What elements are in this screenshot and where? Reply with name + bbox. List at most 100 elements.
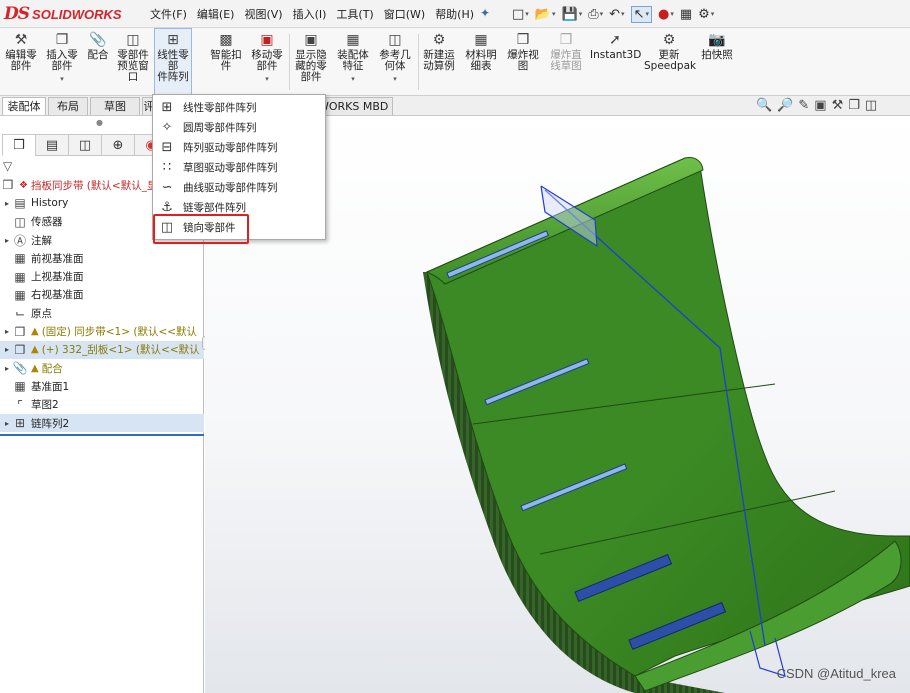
- mate-paperclip-icon: 📎: [89, 32, 107, 48]
- solidworks-logo[interactable]: DS SOLIDWORKS: [4, 3, 130, 25]
- assembly-icon: ❒: [2, 178, 14, 193]
- tree-item-label: (+) 332_刮板<1> (默认<<默认: [41, 344, 200, 357]
- tree-item-front-plane[interactable]: ▦ 前视基准面: [0, 249, 204, 267]
- rebuild-icon[interactable]: ● ▾: [658, 7, 674, 22]
- propertymanager-tab-icon[interactable]: ▤: [35, 134, 69, 156]
- zoom-to-fit-icon[interactable]: 🔍: [756, 98, 772, 113]
- chevron-down-icon[interactable]: ▾: [42, 74, 82, 85]
- expand-arrow-icon[interactable]: ▸: [2, 345, 12, 354]
- tree-item-label: 传感器: [31, 216, 63, 229]
- menu-item[interactable]: 文件(F): [150, 6, 187, 22]
- file-properties-button[interactable]: ▦: [680, 7, 692, 22]
- plane-icon: ▦: [14, 269, 26, 284]
- insert-component-button[interactable]: ❐ 插入零 部件 ▾: [42, 32, 82, 85]
- move-component-button[interactable]: ▣ 移动零 部件 ▾: [248, 32, 286, 85]
- expand-arrow-icon[interactable]: ▸: [2, 199, 12, 208]
- take-snapshot-button[interactable]: 📷 拍快照: [698, 32, 736, 61]
- menu-item-label: 草图驱动零部件阵列: [183, 161, 278, 174]
- new-document-button[interactable]: □ ▾: [512, 7, 529, 22]
- tree-item-right-plane[interactable]: ▦ 右视基准面: [0, 286, 204, 304]
- menu-item[interactable]: 编辑(E): [197, 6, 235, 22]
- menu-item-label: 阵列驱动零部件阵列: [183, 141, 278, 154]
- display-style-icon[interactable]: ◫: [865, 98, 877, 113]
- instant3d-button[interactable]: ➚ Instant3D: [590, 32, 641, 61]
- update-speedpak-button[interactable]: ⚙ 更新 Speedpak: [644, 32, 696, 72]
- print-button[interactable]: ⎙ ▾: [588, 7, 603, 22]
- highlight-box: [153, 214, 249, 244]
- collapse-panel-icon[interactable]: ●: [96, 118, 103, 127]
- warning-icon: ▲: [31, 344, 39, 356]
- chevron-down-icon[interactable]: ▾: [375, 74, 415, 85]
- speedpak-icon: ⚙: [662, 32, 676, 48]
- warning-icon: ▲: [31, 326, 39, 338]
- bill-of-materials-button[interactable]: ▦ 材料明 细表: [462, 32, 500, 72]
- chevron-down-icon[interactable]: ▾: [334, 74, 372, 85]
- tree-item-plane1[interactable]: ▦ 基准面1: [0, 377, 204, 395]
- tree-item-scraper[interactable]: ▸ ❒ ▲ (+) 332_刮板<1> (默认<<默认: [0, 340, 204, 359]
- open-button[interactable]: 📂 ▾: [535, 7, 556, 22]
- tree-item-sketch2[interactable]: ⌜ 草图2: [0, 396, 204, 414]
- tree-item-chain-pattern[interactable]: ▸ ⊞ 链阵列2: [0, 413, 204, 433]
- tab-assembly[interactable]: 装配体: [2, 97, 46, 115]
- bom-table-icon: ▦: [474, 32, 488, 48]
- tab-sketch[interactable]: 草图: [90, 97, 140, 115]
- edit-component-button[interactable]: ⚒ 编辑零 部件: [2, 32, 40, 72]
- reference-geometry-button[interactable]: ◫ 参考几 何体 ▾: [375, 32, 415, 85]
- expand-arrow-icon[interactable]: ▸: [2, 236, 12, 245]
- pattern-driven-icon: ⊟: [161, 139, 173, 155]
- expand-arrow-icon[interactable]: ▸: [2, 419, 12, 428]
- show-hidden-label: 显示隐 藏的零 部件: [295, 49, 327, 83]
- menu-item-linear-pattern[interactable]: ⊞ 线性零部件阵列: [157, 97, 321, 117]
- explode-line-sketch-button[interactable]: ❒ 爆炸直 线草图: [546, 32, 586, 72]
- previous-view-icon[interactable]: ✎: [798, 98, 809, 113]
- configurationmanager-tab-icon[interactable]: ◫: [68, 134, 102, 156]
- menu-item-curve-driven[interactable]: ∽ 曲线驱动零部件阵列: [157, 177, 321, 197]
- featuremanager-tab-icon[interactable]: ❒: [2, 134, 36, 156]
- section-view-icon[interactable]: ▣: [814, 98, 826, 113]
- show-hidden-components-button[interactable]: ▣ 显示隐 藏的零 部件: [292, 32, 330, 83]
- menu-item-sketch-driven[interactable]: ∷ 草图驱动零部件阵列: [157, 157, 321, 177]
- linear-pattern-button[interactable]: ⊞线性零部 件阵列▾: [155, 32, 191, 102]
- camera-icon: 📷: [708, 32, 726, 48]
- menu-item-pattern-driven[interactable]: ⊟ 阵列驱动零部件阵列: [157, 137, 321, 157]
- filter-icon[interactable]: ▽: [3, 159, 12, 173]
- exploded-view-button[interactable]: ❒ 爆炸视 图: [504, 32, 542, 72]
- menu-item[interactable]: 窗口(W): [384, 6, 425, 22]
- menu-item[interactable]: 视图(V): [244, 6, 282, 22]
- sketch-icon: ⌜: [17, 397, 23, 412]
- tree-rollback-bar[interactable]: [0, 434, 204, 436]
- expand-arrow-icon[interactable]: ▸: [2, 364, 12, 373]
- view-orientation-icon[interactable]: ❐: [848, 98, 860, 113]
- menu-item[interactable]: 工具(T): [336, 6, 373, 22]
- tree-item-label: 配合: [41, 362, 63, 375]
- assembly-features-icon: ▦: [346, 32, 360, 48]
- dynamic-annotation-icon[interactable]: ⚒: [832, 98, 844, 113]
- menu-item[interactable]: 帮助(H): [435, 6, 474, 22]
- tree-item-mates[interactable]: ▸ 📎 ▲ 配合: [0, 359, 204, 377]
- tree-item-origin[interactable]: ⌙ 原点: [0, 304, 204, 322]
- tree-item-label: (固定) 同步带<1> (默认<<默认: [41, 326, 198, 339]
- select-pointer-button[interactable]: ↖ ▾: [630, 5, 652, 23]
- dimxpertmanager-tab-icon[interactable]: ⊕: [101, 134, 135, 156]
- pin-icon[interactable]: ✦: [480, 6, 490, 20]
- menu-item[interactable]: 插入(I): [293, 6, 327, 22]
- options-gear-icon[interactable]: ⚙ ▾: [698, 7, 714, 22]
- mate-button[interactable]: 📎 配合: [84, 32, 112, 61]
- save-button[interactable]: 💾 ▾: [562, 7, 583, 22]
- component-preview-button[interactable]: ◫ 零部件 预览窗 口: [114, 32, 152, 83]
- tree-item-top-plane[interactable]: ▦ 上视基准面: [0, 267, 204, 285]
- tree-item-label: 草图2: [31, 399, 59, 412]
- zoom-to-area-icon[interactable]: 🔎: [777, 98, 793, 113]
- chevron-down-icon[interactable]: ▾: [248, 74, 286, 85]
- smart-fasteners-button[interactable]: ▩ 智能扣 件: [208, 32, 244, 72]
- sensor-icon: ◫: [14, 214, 26, 229]
- tab-layout[interactable]: 布局: [48, 97, 88, 115]
- menu-item-circular-pattern[interactable]: ✧ 圆周零部件阵列: [157, 117, 321, 137]
- expand-arrow-icon[interactable]: ▸: [2, 327, 12, 336]
- new-motion-study-button[interactable]: ⚙ 新建运 动算例: [420, 32, 458, 72]
- assembly-features-button[interactable]: ▦ 装配体 特征 ▾: [334, 32, 372, 85]
- tree-item-timing-belt[interactable]: ▸ ❒ ▲ (固定) 同步带<1> (默认<<默认: [0, 322, 204, 340]
- sketch-driven-icon: ∷: [162, 159, 172, 175]
- command-manager-ribbon: ⚒ 编辑零 部件 ❐ 插入零 部件 ▾ 📎 配合 ◫ 零部件 预览窗 口 ⊞ 线性零部 件阵…: [0, 28, 910, 100]
- undo-button[interactable]: ↶ ▾: [609, 7, 624, 22]
